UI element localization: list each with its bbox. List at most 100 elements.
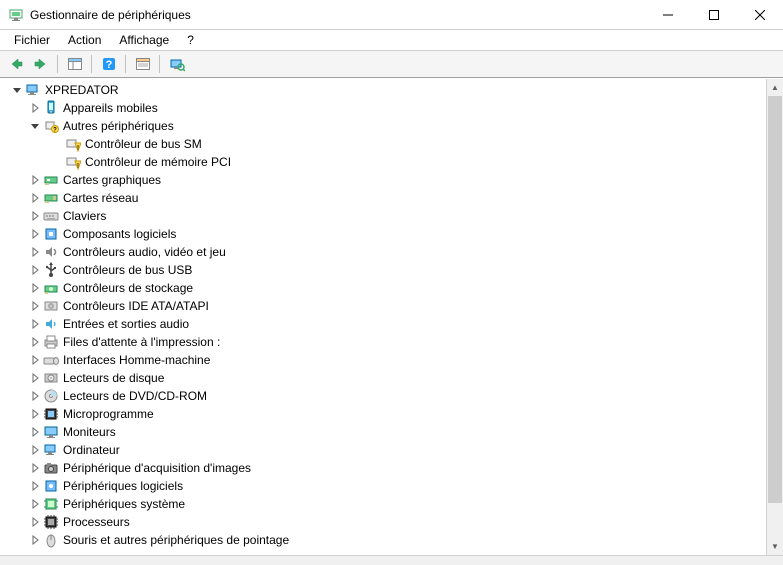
tree-node-label: Entrées et sorties audio (63, 317, 189, 331)
tree-node-8[interactable]: Contrôleurs de stockage (4, 279, 766, 297)
tree-node-label: XPREDATOR (45, 83, 119, 97)
processor-icon (43, 514, 59, 530)
tree-child-1-1[interactable]: !Contrôleur de mémoire PCI (4, 153, 766, 171)
tree-node-11[interactable]: Files d'attente à l'impression : (4, 333, 766, 351)
expand-icon[interactable] (28, 335, 42, 349)
expand-icon[interactable] (28, 407, 42, 421)
scroll-down-arrow[interactable]: ▼ (767, 538, 783, 555)
collapse-icon[interactable] (28, 119, 42, 133)
tree-node-label: Périphériques système (63, 497, 185, 511)
expand-icon[interactable] (28, 497, 42, 511)
tree-node-18[interactable]: Périphérique d'acquisition d'images (4, 459, 766, 477)
expand-icon[interactable] (28, 479, 42, 493)
expand-icon[interactable] (28, 461, 42, 475)
properties-button[interactable] (131, 53, 154, 75)
other-devices-icon: ? (43, 118, 59, 134)
tree-node-9[interactable]: Contrôleurs IDE ATA/ATAPI (4, 297, 766, 315)
software-component-icon (43, 226, 59, 242)
expand-icon[interactable] (28, 443, 42, 457)
unknown-device-icon: ! (65, 136, 81, 152)
expand-icon[interactable] (28, 533, 42, 547)
usb-controller-icon (43, 262, 59, 278)
tree-node-17[interactable]: Ordinateur (4, 441, 766, 459)
tree-node-13[interactable]: Lecteurs de disque (4, 369, 766, 387)
tree-node-2[interactable]: Cartes graphiques (4, 171, 766, 189)
scroll-up-arrow[interactable]: ▲ (767, 79, 783, 96)
tree-node-6[interactable]: Contrôleurs audio, vidéo et jeu (4, 243, 766, 261)
tree-node-4[interactable]: Claviers (4, 207, 766, 225)
expand-icon[interactable] (28, 209, 42, 223)
expand-icon[interactable] (28, 353, 42, 367)
expand-icon[interactable] (28, 515, 42, 529)
tree-node-label: Moniteurs (63, 425, 116, 439)
expand-icon[interactable] (28, 227, 42, 241)
tree-node-label: Souris et autres périphériques de pointa… (63, 533, 289, 547)
scroll-thumb[interactable] (768, 96, 782, 503)
print-queue-icon (43, 334, 59, 350)
close-button[interactable] (737, 0, 783, 29)
forward-button[interactable] (29, 53, 52, 75)
collapse-icon[interactable] (10, 83, 24, 97)
monitor-icon (43, 424, 59, 440)
system-device-icon (43, 496, 59, 512)
expand-icon[interactable] (28, 371, 42, 385)
menu-action[interactable]: Action (60, 31, 109, 49)
help-button[interactable]: ? (97, 53, 120, 75)
tree-node-label: Contrôleur de mémoire PCI (85, 155, 231, 169)
tree-node-20[interactable]: Périphériques système (4, 495, 766, 513)
expand-icon[interactable] (28, 389, 42, 403)
minimize-button[interactable] (645, 0, 691, 29)
menu-file[interactable]: Fichier (6, 31, 58, 49)
tree-node-label: Contrôleurs audio, vidéo et jeu (63, 245, 226, 259)
optical-drive-icon (43, 388, 59, 404)
tree-node-1[interactable]: ?Autres périphériques (4, 117, 766, 135)
status-bar (0, 555, 783, 565)
tree-node-21[interactable]: Processeurs (4, 513, 766, 531)
tree-node-16[interactable]: Moniteurs (4, 423, 766, 441)
app-icon (8, 7, 24, 23)
tree-node-0[interactable]: Appareils mobiles (4, 99, 766, 117)
expand-icon[interactable] (28, 191, 42, 205)
menu-view[interactable]: Affichage (111, 31, 177, 49)
tree-child-1-0[interactable]: !Contrôleur de bus SM (4, 135, 766, 153)
tree-node-19[interactable]: Périphériques logiciels (4, 477, 766, 495)
tree-node-label: Contrôleurs IDE ATA/ATAPI (63, 299, 209, 313)
scan-hardware-button[interactable] (165, 53, 188, 75)
expand-icon[interactable] (28, 101, 42, 115)
network-adapter-icon (43, 190, 59, 206)
expand-icon[interactable] (28, 281, 42, 295)
mobile-icon (43, 100, 59, 116)
expand-icon[interactable] (28, 425, 42, 439)
tree-node-7[interactable]: Contrôleurs de bus USB (4, 261, 766, 279)
tree-root[interactable]: XPREDATOR (4, 81, 766, 99)
toolbar: ? (0, 50, 783, 78)
vertical-scrollbar[interactable]: ▲ ▼ (766, 79, 783, 555)
expand-icon[interactable] (28, 263, 42, 277)
tree-node-14[interactable]: Lecteurs de DVD/CD-ROM (4, 387, 766, 405)
expander-placeholder (50, 137, 64, 151)
expand-icon[interactable] (28, 173, 42, 187)
expand-icon[interactable] (28, 299, 42, 313)
tree-node-label: Processeurs (63, 515, 130, 529)
expand-icon[interactable] (28, 317, 42, 331)
back-button[interactable] (4, 53, 27, 75)
toolbar-separator (57, 55, 58, 73)
expand-icon[interactable] (28, 245, 42, 259)
tree-node-label: Contrôleurs de bus USB (63, 263, 192, 277)
show-hide-console-tree-button[interactable] (63, 53, 86, 75)
imaging-device-icon (43, 460, 59, 476)
tree-node-22[interactable]: Souris et autres périphériques de pointa… (4, 531, 766, 549)
tree-node-5[interactable]: Composants logiciels (4, 225, 766, 243)
firmware-icon (43, 406, 59, 422)
scroll-track[interactable] (767, 96, 783, 548)
storage-controller-icon (43, 280, 59, 296)
tree-node-15[interactable]: Microprogramme (4, 405, 766, 423)
disk-drive-icon (43, 370, 59, 386)
maximize-button[interactable] (691, 0, 737, 29)
audio-controller-icon (43, 244, 59, 260)
tree-node-12[interactable]: Interfaces Homme-machine (4, 351, 766, 369)
tree-node-3[interactable]: Cartes réseau (4, 189, 766, 207)
device-tree[interactable]: XPREDATOR Appareils mobiles?Autres périph… (0, 79, 766, 555)
tree-node-10[interactable]: Entrées et sorties audio (4, 315, 766, 333)
menu-help[interactable]: ? (179, 31, 202, 49)
